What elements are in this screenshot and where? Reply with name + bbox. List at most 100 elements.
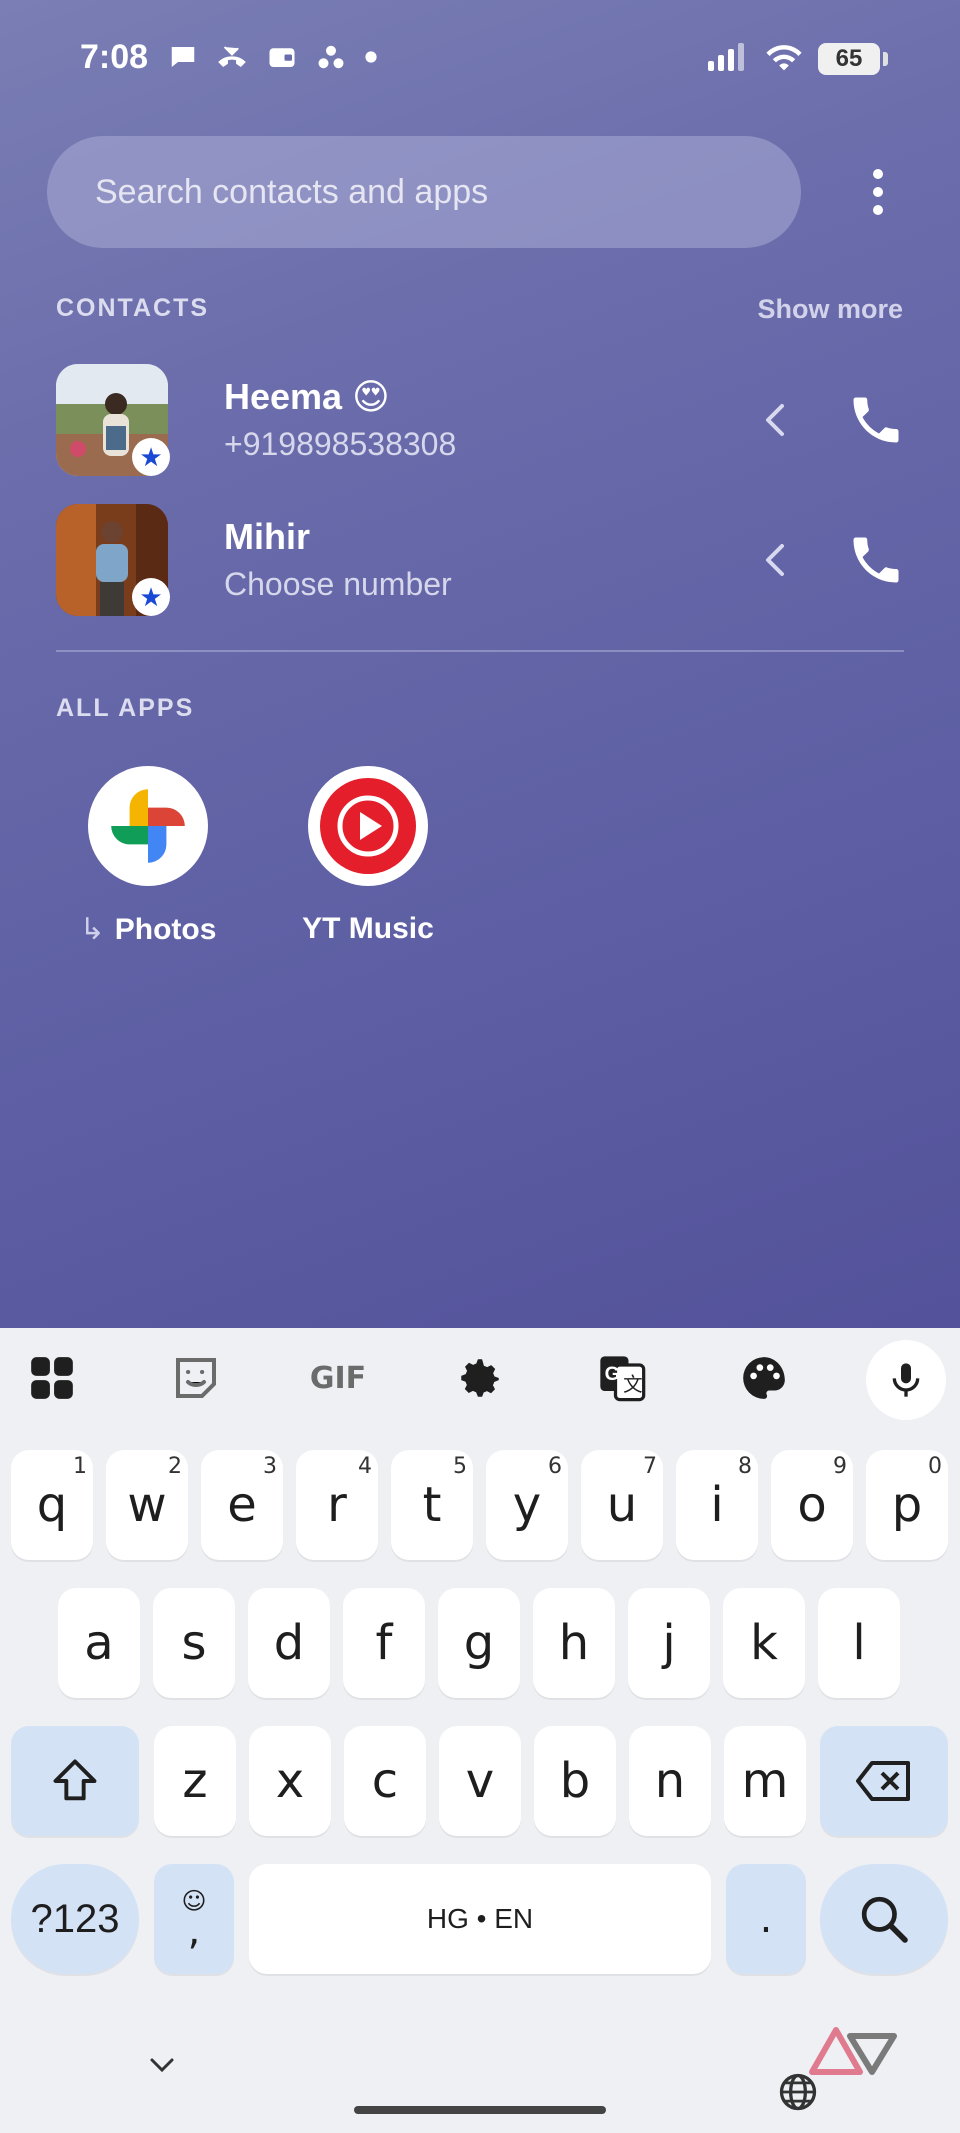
symbols-key[interactable]: ?123 [11,1864,139,1974]
chevron-left-icon[interactable] [756,398,796,442]
key-label: m [741,1753,789,1809]
comma-label: , [187,1908,201,1954]
period-key[interactable]: . [726,1864,806,1974]
key-v[interactable]: v [439,1726,521,1836]
emoji-comma-key[interactable]: ☺ , [154,1864,234,1974]
shift-key[interactable] [11,1726,139,1836]
key-label: z [182,1753,208,1809]
key-p[interactable]: p0 [866,1450,948,1560]
key-number-hint: 6 [548,1454,562,1479]
key-number-hint: 2 [168,1454,182,1479]
key-b[interactable]: b [534,1726,616,1836]
key-label: n [654,1753,686,1809]
navigation-area [0,2014,960,2133]
key-label: d [273,1615,305,1671]
key-i[interactable]: i8 [676,1450,758,1560]
key-label: w [127,1477,167,1533]
chevron-left-icon[interactable] [756,538,796,582]
key-u[interactable]: u7 [581,1450,663,1560]
overflow-menu-button[interactable] [858,160,898,224]
battery-indicator: 65 [818,42,888,75]
google-photos-icon [88,766,208,886]
backspace-key[interactable] [820,1726,948,1836]
svg-text:G: G [605,1363,620,1385]
shift-arrow-icon [53,1759,97,1801]
call-button[interactable] [846,390,906,450]
contact-name: Mihir [224,516,310,557]
contact-row-heema[interactable]: ★ Heema 😍 +919898538308 [56,364,906,476]
key-label: k [750,1615,778,1671]
sticker-icon[interactable] [168,1350,224,1406]
launcher-search-panel: 7:08 65 Search contacts and apps CONTACT… [0,0,960,1328]
key-m[interactable]: m [724,1726,806,1836]
key-label: p [891,1477,923,1533]
call-button[interactable] [846,530,906,590]
status-time: 7:08 [80,38,149,76]
photos-label: Photos [114,913,217,946]
wifi-icon [764,40,804,77]
key-number-hint: 4 [358,1454,372,1479]
app-photos[interactable]: ↳ Photos [58,766,238,947]
contact-phone-number: +919898538308 [224,426,457,462]
key-k[interactable]: k [723,1588,805,1698]
key-number-hint: 8 [738,1454,752,1479]
key-q[interactable]: q1 [11,1450,93,1560]
settings-gear-icon[interactable] [452,1350,508,1406]
search-icon [861,1896,908,1943]
missed-call-icon [216,42,248,77]
more-vertical-icon [873,169,883,215]
key-label: f [375,1615,393,1671]
search-bar[interactable] [47,136,801,248]
key-l[interactable]: l [818,1588,900,1698]
contacts-heading: CONTACTS [56,294,210,322]
key-e[interactable]: e3 [201,1450,283,1560]
section-divider [56,650,904,652]
wallet-icon [266,42,298,77]
key-w[interactable]: w2 [106,1450,188,1560]
key-y[interactable]: y6 [486,1450,568,1560]
on-screen-keyboard: GIF G文 q1w2e3r4t5y6u7i8o9p0 asdfghjkl zx… [0,1328,960,2133]
translate-icon[interactable]: G文 [594,1350,650,1406]
keyboard-toolbar: GIF G文 [0,1328,960,1428]
yt-music-label: YT Music [302,912,434,945]
key-a[interactable]: a [58,1588,140,1698]
key-j[interactable]: j [628,1588,710,1698]
key-c[interactable]: c [344,1726,426,1836]
key-label: o [797,1477,827,1533]
app-yt-music[interactable]: YT Music [278,766,458,946]
key-d[interactable]: d [248,1588,330,1698]
search-input[interactable] [95,172,735,212]
contact-row-mihir[interactable]: ★ Mihir Choose number [56,504,906,616]
hide-keyboard-chevron-icon[interactable] [144,2054,180,2083]
key-number-hint: 7 [643,1454,657,1479]
show-more-link[interactable]: Show more [757,294,903,325]
search-action-key[interactable] [820,1864,948,1974]
key-number-hint: 1 [73,1454,87,1479]
more-notifications-dot-icon [364,50,378,69]
key-f[interactable]: f [343,1588,425,1698]
key-number-hint: 9 [833,1454,847,1479]
key-o[interactable]: o9 [771,1450,853,1560]
key-n[interactable]: n [629,1726,711,1836]
status-bar: 7:08 65 [0,0,960,120]
work-profile-arrow-icon: ↳ [79,913,105,946]
key-h[interactable]: h [533,1588,615,1698]
key-label: v [465,1753,495,1809]
chat-bubble-icon [168,42,198,77]
key-x[interactable]: x [249,1726,331,1836]
key-label: e [227,1477,257,1533]
space-bar[interactable]: HG • EN [249,1864,711,1974]
home-indicator[interactable] [354,2106,606,2114]
key-r[interactable]: r4 [296,1450,378,1560]
key-s[interactable]: s [153,1588,235,1698]
key-label: a [84,1615,114,1671]
key-g[interactable]: g [438,1588,520,1698]
key-z[interactable]: z [154,1726,236,1836]
theme-palette-icon[interactable] [736,1350,792,1406]
apps-grid-icon[interactable] [24,1350,80,1406]
gif-button[interactable]: GIF [308,1350,368,1406]
voice-input-button[interactable] [866,1340,946,1420]
key-t[interactable]: t5 [391,1450,473,1560]
phone-icon [853,537,899,583]
key-label: u [606,1477,638,1533]
